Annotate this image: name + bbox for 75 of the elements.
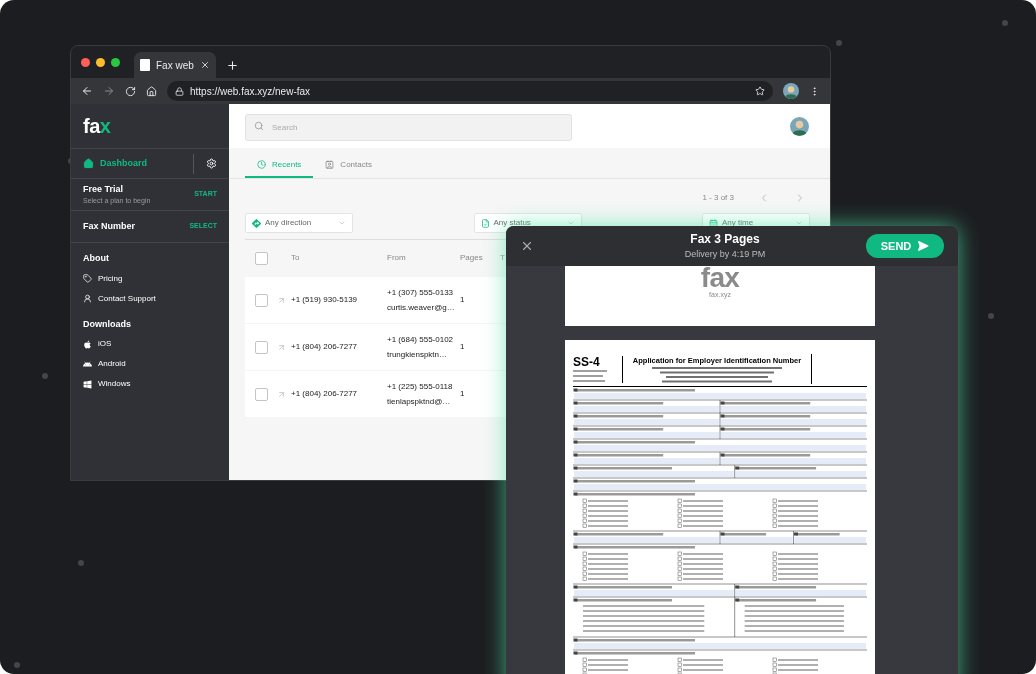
cover-logo: fax (700, 266, 740, 290)
settings-icon[interactable] (206, 158, 217, 169)
table-cell-text: 1 (460, 388, 466, 400)
close-icon[interactable] (520, 239, 534, 253)
calendar-icon (709, 218, 718, 228)
outgoing-arrow-icon (277, 295, 286, 305)
url-text: https://web.fax.xyz/new-fax (190, 84, 311, 99)
android-icon (83, 359, 92, 369)
tab[interactable]: Contacts (313, 153, 384, 178)
sidebar-link[interactable]: iOS (83, 337, 217, 351)
column-header: To (291, 252, 301, 264)
plan-title: Free Trial (83, 182, 125, 196)
caret-icon (338, 219, 346, 227)
column-header: From (387, 252, 407, 264)
tab-title: Fax web (156, 58, 194, 73)
table-cell-text: trungkienspktn… (387, 348, 449, 361)
sidebar-link[interactable]: Windows (83, 377, 217, 391)
checkbox[interactable] (255, 293, 268, 307)
send-icon (917, 240, 930, 252)
direction-sign-icon (252, 218, 261, 228)
person-icon (83, 294, 92, 303)
windows-icon (83, 379, 92, 389)
section-heading: Downloads (83, 317, 132, 331)
fax-logo[interactable]: fax (83, 116, 111, 136)
table-cell-text: +1 (804) 206-7277 (291, 388, 359, 400)
search-field[interactable]: Search (245, 113, 572, 141)
caret-icon (566, 219, 575, 227)
dashboard-nav-item[interactable]: Dashboard (71, 156, 193, 171)
form-header-lines-drawing (573, 368, 609, 383)
table-cell-text: +1 (684) 555-0102 (387, 333, 455, 346)
lock-icon (175, 86, 184, 96)
table-cell-text: +1 (804) 206-7277 (291, 341, 359, 353)
reload-icon[interactable] (125, 85, 136, 97)
table-cell-text: +1 (519) 930-5139 (291, 294, 359, 306)
new-tab-icon[interactable] (226, 59, 239, 72)
table-cell-text: 1 (460, 294, 466, 306)
table-cell-text: +1 (307) 555-0133 (387, 286, 455, 299)
home-icon (83, 158, 94, 169)
checkbox[interactable] (255, 340, 268, 354)
browser-tab[interactable]: Fax web (134, 52, 216, 78)
column-header: Pages (460, 252, 484, 264)
close-tab-icon[interactable] (200, 60, 210, 70)
favicon-icon (140, 59, 150, 71)
sidebar-link[interactable]: Pricing (83, 271, 217, 286)
form-number: SS-4 (573, 355, 601, 369)
back-icon[interactable] (81, 85, 93, 97)
pagination-text: 1 - 3 of 3 (702, 192, 734, 204)
sidebar-link[interactable]: Android (83, 357, 217, 371)
search-icon (254, 120, 264, 131)
contact-card-icon (325, 160, 335, 169)
home-icon[interactable] (146, 85, 157, 97)
clock-icon (257, 160, 266, 169)
outgoing-arrow-icon (277, 389, 286, 399)
table-cell-text: tienlapspktnd@… (387, 395, 452, 408)
avatar-icon[interactable] (790, 116, 809, 136)
avatar-icon[interactable] (783, 83, 799, 99)
panel-title: Fax 3 Pages (690, 231, 760, 249)
plan-title: Fax Number (83, 219, 135, 233)
document-check-icon (480, 218, 490, 228)
section-heading: About (83, 252, 110, 265)
table-cell-text: curtis.weaver@g… (387, 301, 456, 314)
address-bar[interactable]: https://web.fax.xyz/new-fax (167, 81, 773, 101)
outgoing-arrow-icon (277, 342, 286, 352)
tag-icon (83, 274, 92, 283)
sidebar-link[interactable]: Contact Support (83, 291, 217, 306)
filter-dropdown[interactable]: Any direction (245, 213, 353, 233)
apple-icon (83, 339, 92, 349)
column-header: T (500, 252, 505, 264)
checkbox[interactable] (255, 251, 268, 265)
panel-subtitle: Delivery by 4:19 PM (684, 248, 766, 262)
table-cell-text: 1 (460, 341, 466, 353)
caret-icon (795, 219, 803, 227)
bookmark-star-icon[interactable] (755, 86, 765, 96)
table-cell-text: +1 (225) 555-0118 (387, 380, 454, 393)
checkbox[interactable] (255, 387, 268, 401)
